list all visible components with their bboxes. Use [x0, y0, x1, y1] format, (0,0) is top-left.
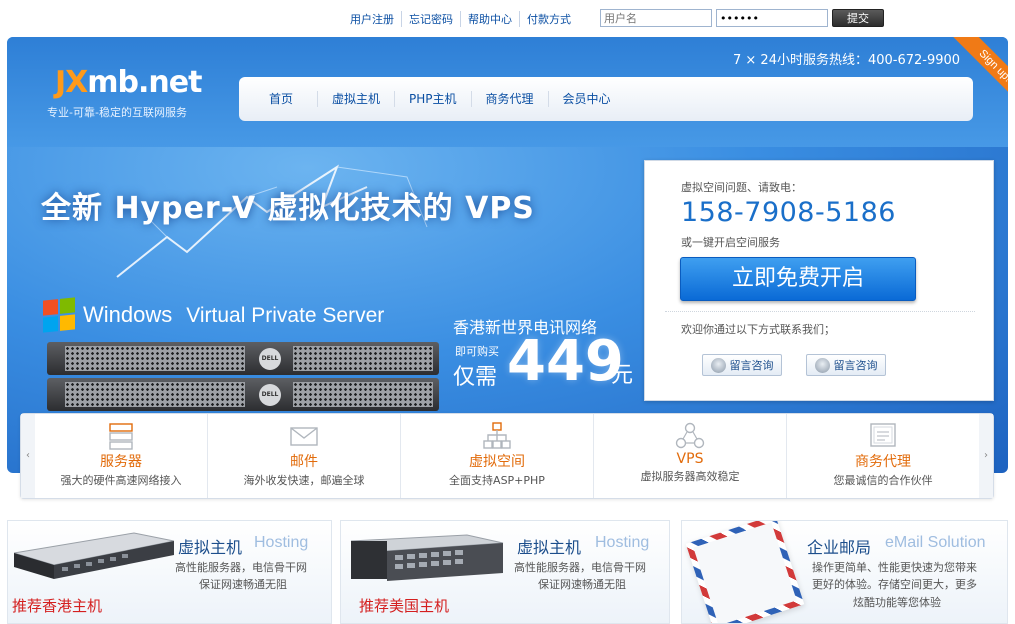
windows-badge: Windows Virtual Private Server [43, 297, 385, 333]
service-desc: 虚拟服务器高效稳定 [640, 470, 740, 483]
service-title: 商务代理 [855, 454, 911, 470]
product-desc-2: 保证网速畅通无阻 [199, 578, 287, 591]
consult-button-2[interactable]: 留言咨询 [806, 354, 886, 376]
service-title: 邮件 [290, 454, 318, 470]
contact-welcome: 欢迎你通过以下方式联系我们； [681, 323, 835, 336]
password-input[interactable] [716, 9, 828, 27]
register-link[interactable]: 用户注册 [350, 11, 401, 27]
main-nav: 首页 虚拟主机 PHP主机 商务代理 会员中心 [239, 77, 973, 121]
submit-button[interactable]: 提交 [832, 9, 884, 27]
product-title-en: Hosting [254, 534, 309, 551]
top-links: 用户注册 忘记密码 帮助中心 付款方式 [350, 11, 578, 27]
contact-or-text: 或一键开启空间服务 [681, 236, 780, 249]
consult-button-1[interactable]: 留言咨询 [702, 354, 782, 376]
service-title: 服务器 [100, 454, 142, 470]
product-title: 虚拟主机 [517, 538, 582, 557]
dell-logo-icon: DELL [259, 348, 281, 370]
product-card-us-hosting[interactable]: 虚拟主机 Hosting 高性能服务器，电信骨干网 保证网速畅通无阻 推荐美国主… [340, 520, 670, 624]
contact-box: 虚拟空间问题、请致电： 158-7908-5186 或一键开启空间服务 立即免费… [644, 160, 994, 401]
service-item-business-agent[interactable]: 商务代理 您最诚信的合作伙伴 [786, 414, 979, 498]
service-desc: 您最诚信的合作伙伴 [833, 474, 933, 487]
nav-php-host[interactable]: PHP主机 [394, 91, 471, 107]
nav-home[interactable]: 首页 [257, 91, 317, 107]
windows-vps-label: Windows Virtual Private Server [83, 302, 385, 327]
forgot-password-link[interactable]: 忘记密码 [401, 11, 460, 27]
product-card-email[interactable]: 企业邮局 eMail Solution 操作更简单、性能更快速为您带来 更好的体… [681, 520, 1008, 624]
service-title: 虚拟空间 [469, 454, 525, 470]
product-desc-1: 高性能服务器，电信骨干网 [175, 561, 307, 574]
server-rack-image: DELL DELL [47, 342, 439, 412]
service-item-server[interactable]: 服务器 强大的硬件高速网络接入 [35, 414, 207, 498]
cluster-icon [675, 422, 705, 449]
service-desc: 强大的硬件高速网络接入 [60, 474, 182, 487]
product-title: 企业邮局 [807, 538, 872, 557]
service-item-virtual-space[interactable]: 虚拟空间 全面支持ASP+PHP [400, 414, 593, 498]
product-desc-2: 保证网速畅通无阻 [538, 578, 626, 591]
network-icon [483, 422, 511, 449]
qq-avatar-icon [814, 357, 830, 373]
banner-only: 仅需 [453, 365, 498, 390]
nav-business-agent[interactable]: 商务代理 [470, 91, 548, 107]
qq-avatar-icon [710, 357, 726, 373]
product-desc-1: 操作更简单、性能更快速为您带来 [812, 561, 977, 574]
server-rack-icon [14, 532, 174, 579]
recommend-hk-link[interactable]: 推荐香港主机 [12, 595, 102, 616]
services-strip: ‹ 服务器 强大的硬件高速网络接入 邮件 海外收发快速，邮遍全球 虚拟空间 全面… [20, 413, 994, 499]
service-desc: 海外收发快速，邮遍全球 [243, 474, 365, 487]
top-bar: 用户注册 忘记密码 帮助中心 付款方式 提交 [0, 0, 1015, 36]
lightning-graphic [116, 164, 428, 278]
contact-phone: 158-7908-5186 [681, 197, 896, 228]
service-hotline: 7 × 24小时服务热线：400-672-9900 [733, 53, 961, 68]
consult-label: 留言咨询 [729, 359, 774, 372]
site-logo[interactable]: JXmb.net [55, 65, 202, 100]
help-center-link[interactable]: 帮助中心 [460, 11, 519, 27]
server-rack-icon [350, 534, 504, 581]
envelope-icon [685, 521, 805, 623]
services-next-arrow[interactable]: › [979, 414, 993, 498]
windows-logo-icon [43, 297, 75, 333]
mail-icon [290, 427, 318, 446]
dell-logo-icon: DELL [259, 384, 281, 406]
service-desc: 全面支持ASP+PHP [449, 474, 545, 487]
banner-buy-now: 即可购买 [455, 345, 499, 358]
nav-member-center[interactable]: 会员中心 [547, 91, 625, 107]
service-item-vps[interactable]: VPS 虚拟服务器高效稳定 [593, 414, 786, 498]
divider [665, 311, 975, 312]
recommend-us-link[interactable]: 推荐美国主机 [359, 595, 449, 616]
product-desc-2: 更好的体验。存储空间更大，更多 [812, 578, 977, 591]
banner-price: 449 [507, 329, 624, 394]
product-title: 虚拟主机 [178, 538, 243, 557]
banner-currency: 元 [611, 363, 634, 388]
certificate-icon [870, 423, 896, 447]
product-title-en: Hosting [595, 534, 650, 551]
username-input[interactable] [600, 9, 712, 27]
banner-title: 全新 Hyper-V 虚拟化技术的 VPS [41, 191, 535, 226]
product-desc-1: 高性能服务器，电信骨干网 [514, 561, 646, 574]
service-item-mail[interactable]: 邮件 海外收发快速，邮遍全球 [207, 414, 400, 498]
consult-label: 留言咨询 [833, 359, 878, 372]
server-icon [109, 423, 133, 450]
contact-question: 虚拟空间问题、请致电： [681, 181, 802, 194]
service-title: VPS [676, 451, 704, 467]
services-prev-arrow[interactable]: ‹ [21, 414, 35, 498]
open-free-button[interactable]: 立即免费开启 [680, 257, 916, 301]
product-title-en: eMail Solution [885, 534, 986, 551]
product-desc-3: 炫酷功能等您体验 [853, 596, 941, 609]
nav-virtual-host[interactable]: 虚拟主机 [317, 91, 394, 107]
product-card-hk-hosting[interactable]: 虚拟主机 Hosting 高性能服务器，电信骨干网 保证网速畅通无阻 推荐香港主… [7, 520, 332, 624]
payment-methods-link[interactable]: 付款方式 [519, 11, 578, 27]
site-slogan: 专业-可靠-稳定的互联网服务 [47, 106, 187, 119]
